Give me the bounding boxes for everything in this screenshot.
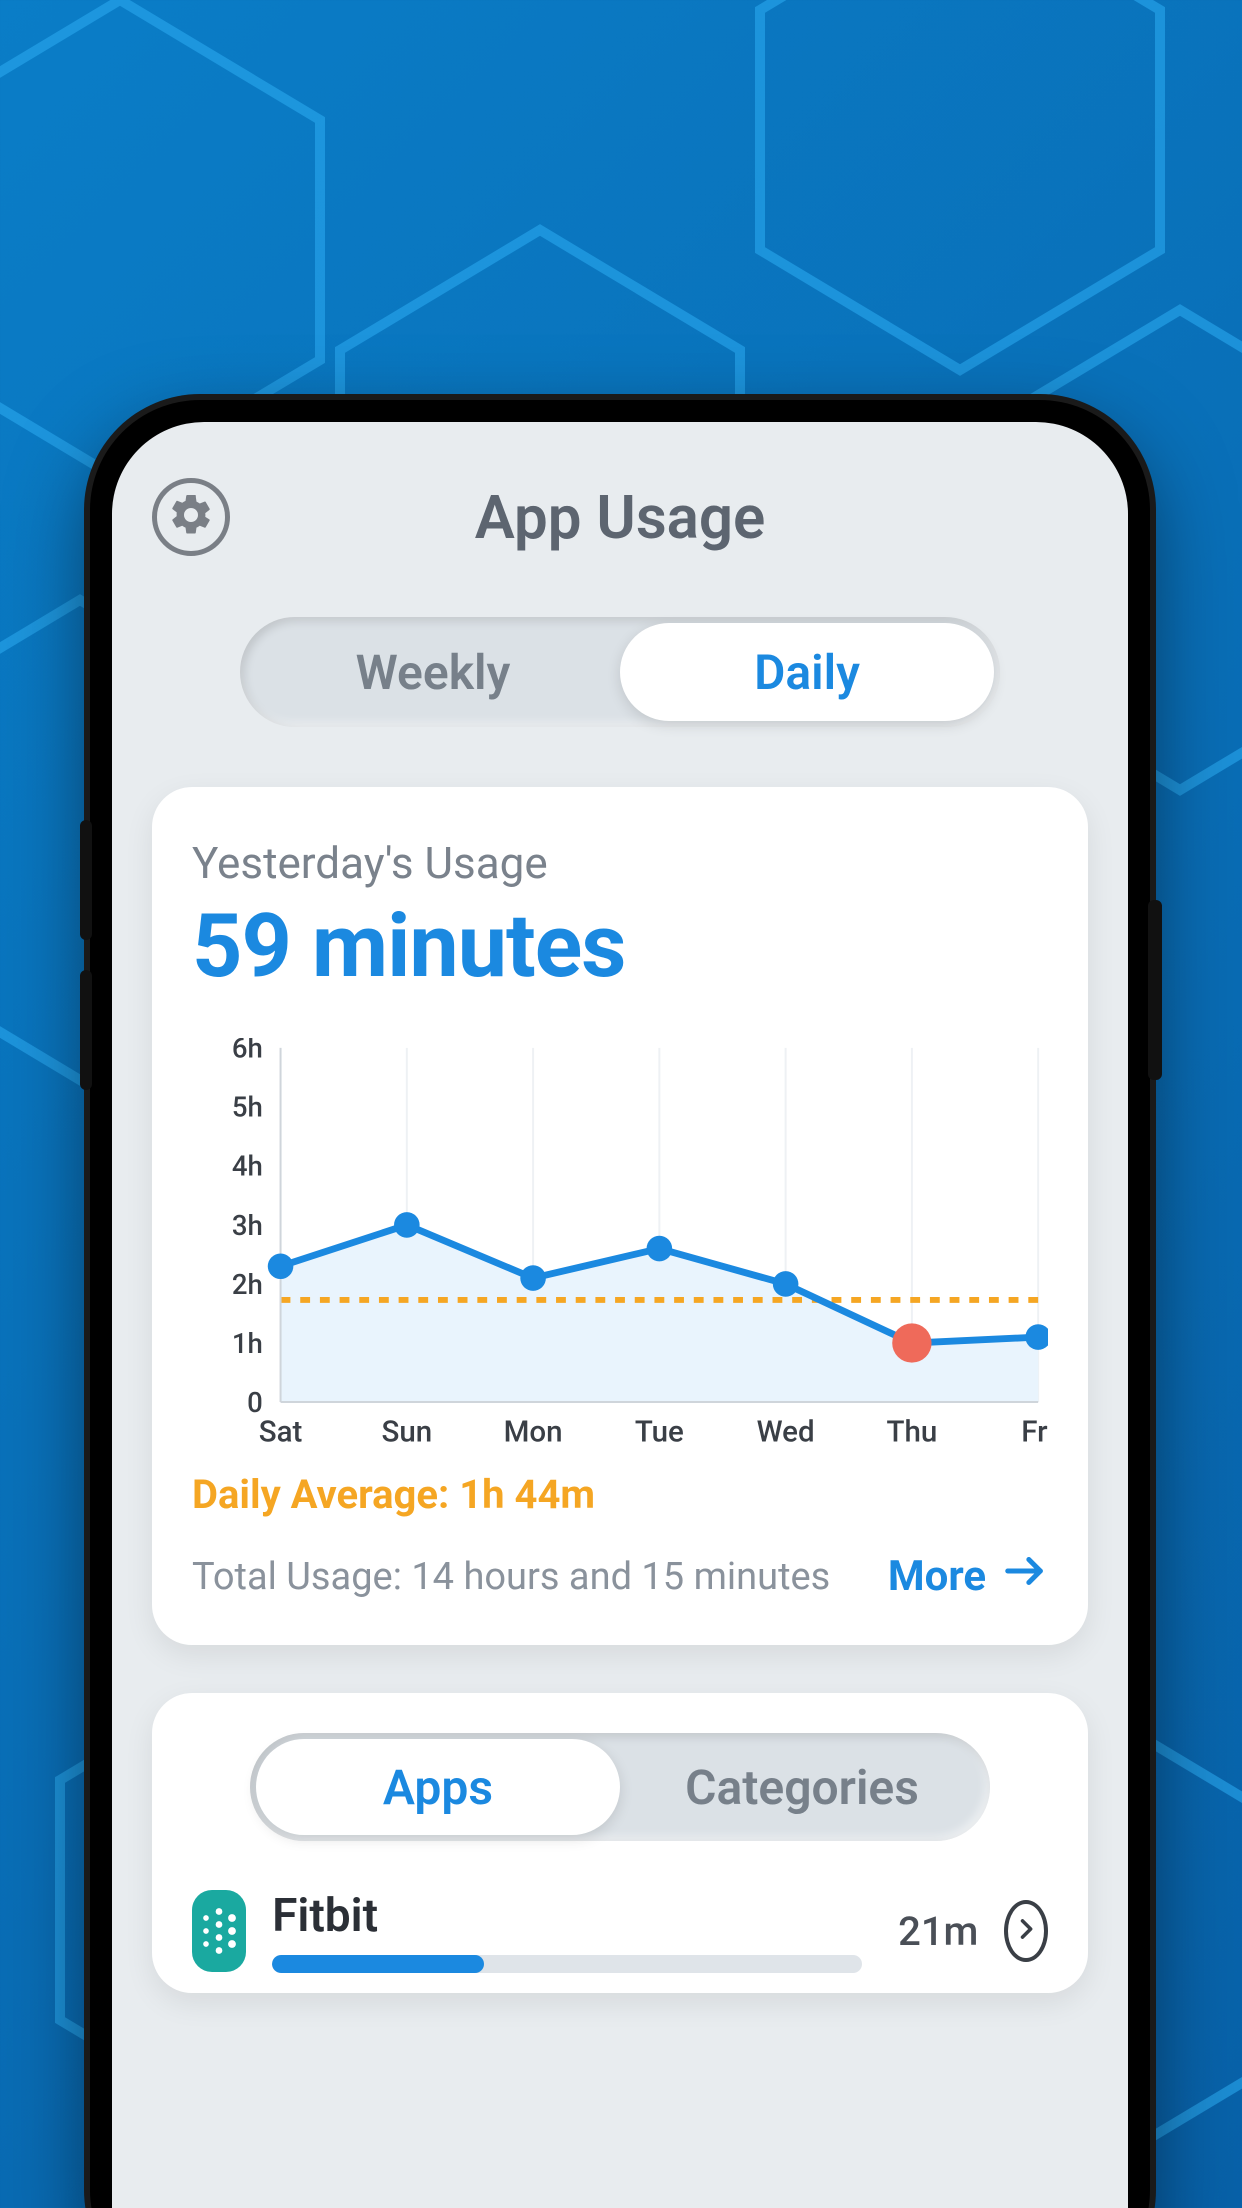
chevron-right-icon bbox=[1012, 1915, 1040, 1947]
svg-text:4h: 4h bbox=[232, 1150, 263, 1183]
arrow-right-icon bbox=[1002, 1548, 1048, 1605]
svg-text:1h: 1h bbox=[232, 1327, 263, 1360]
app-time: 21m bbox=[898, 1908, 978, 1955]
svg-text:5h: 5h bbox=[232, 1091, 263, 1124]
app-header: App Usage bbox=[152, 472, 1088, 562]
svg-text:Mon: Mon bbox=[504, 1415, 563, 1449]
svg-text:Wed: Wed bbox=[757, 1415, 815, 1449]
svg-text:3h: 3h bbox=[232, 1209, 263, 1242]
phone-screen: App Usage Weekly Daily Yesterday's Usage… bbox=[112, 422, 1128, 2208]
app-detail-button[interactable] bbox=[1004, 1900, 1048, 1962]
phone-power-button bbox=[1148, 900, 1162, 1080]
app-name: Fitbit bbox=[272, 1889, 862, 1943]
tab-weekly[interactable]: Weekly bbox=[246, 623, 620, 721]
daily-average: Daily Average: 1h 44m bbox=[192, 1471, 1048, 1518]
usage-value: 59 minutes bbox=[192, 895, 1048, 998]
fitbit-icon bbox=[192, 1890, 246, 1972]
more-label: More bbox=[888, 1552, 986, 1601]
phone-frame: App Usage Weekly Daily Yesterday's Usage… bbox=[90, 400, 1150, 2208]
tab-categories[interactable]: Categories bbox=[620, 1739, 984, 1835]
phone-volume-down bbox=[80, 970, 92, 1090]
list-toggle: Apps Categories bbox=[250, 1733, 990, 1841]
phone-volume-up bbox=[80, 820, 92, 940]
svg-text:Fri: Fri bbox=[1021, 1415, 1048, 1449]
usage-chart: 0 1h 2h 3h 4h 5h 6h Sat Sun Mon Tue Wed Thu Fri bbox=[192, 1038, 1048, 1451]
usage-label: Yesterday's Usage bbox=[192, 837, 1048, 889]
tab-daily[interactable]: Daily bbox=[620, 623, 994, 721]
view-toggle: Weekly Daily bbox=[240, 617, 1000, 727]
tab-apps[interactable]: Apps bbox=[256, 1739, 620, 1835]
svg-text:Sat: Sat bbox=[259, 1415, 303, 1449]
svg-text:Sun: Sun bbox=[381, 1415, 432, 1449]
svg-text:6h: 6h bbox=[232, 1038, 263, 1065]
usage-card: Yesterday's Usage 59 minutes 0 1h 2h 3h 4h 5h… bbox=[152, 787, 1088, 1645]
app-list-item[interactable]: Fitbit 21m bbox=[192, 1889, 1048, 1993]
svg-text:Tue: Tue bbox=[635, 1415, 684, 1449]
page-title: App Usage bbox=[152, 482, 1088, 553]
gear-icon bbox=[167, 491, 215, 543]
total-usage: Total Usage: 14 hours and 15 minutes bbox=[192, 1555, 830, 1599]
svg-text:Thu: Thu bbox=[886, 1415, 937, 1449]
svg-text:0: 0 bbox=[247, 1386, 263, 1419]
apps-card: Apps Categories Fitbit bbox=[152, 1693, 1088, 1993]
settings-button[interactable] bbox=[152, 478, 230, 556]
app-usage-bar bbox=[272, 1955, 862, 1973]
svg-text:2h: 2h bbox=[232, 1268, 263, 1301]
more-button[interactable]: More bbox=[888, 1548, 1048, 1605]
